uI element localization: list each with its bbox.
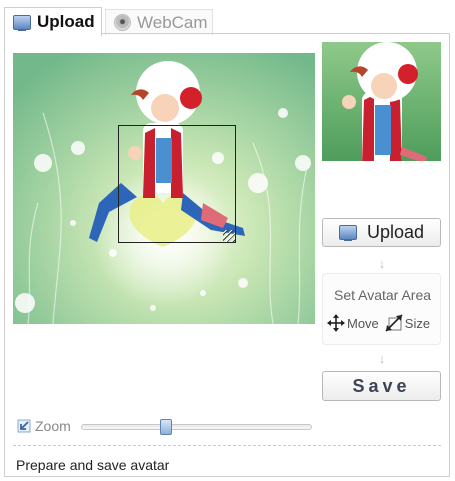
arrow-down-icon: ↓: [378, 351, 386, 366]
divider: [13, 445, 441, 446]
zoom-control: Zoom: [17, 418, 71, 434]
avatar-source-image[interactable]: [13, 53, 315, 324]
zoom-icon: [17, 419, 31, 433]
save-button-label: Save: [352, 375, 411, 396]
crop-selection-box[interactable]: [118, 125, 236, 243]
save-button[interactable]: Save: [322, 371, 441, 401]
tab-upload-label: Upload: [37, 12, 95, 31]
monitor-icon: [338, 225, 357, 241]
webcam-icon: [114, 14, 131, 31]
set-avatar-area-title: Set Avatar Area: [333, 287, 432, 303]
move-label: Move: [347, 315, 379, 331]
upload-button[interactable]: Upload: [322, 218, 441, 247]
size-label: Size: [404, 315, 431, 331]
set-avatar-area-panel: Set Avatar Area Move Size: [322, 273, 441, 345]
tab-webcam[interactable]: WebCam: [105, 9, 213, 35]
set-area-instructions: Move Size: [327, 314, 436, 332]
avatar-preview: [322, 42, 441, 161]
tab-webcam-label: WebCam: [137, 12, 208, 32]
crop-resize-handle[interactable]: [223, 230, 235, 242]
zoom-label: Zoom: [35, 418, 71, 434]
zoom-slider-track[interactable]: [81, 424, 312, 430]
zoom-slider-thumb[interactable]: [160, 419, 173, 435]
arrow-down-icon: ↓: [378, 256, 386, 271]
monitor-icon: [13, 14, 31, 31]
resize-icon: [385, 314, 403, 332]
status-text: Prepare and save avatar: [16, 457, 170, 473]
move-icon: [327, 314, 345, 332]
tab-upload[interactable]: Upload: [4, 7, 102, 36]
upload-button-label: Upload: [366, 222, 425, 242]
